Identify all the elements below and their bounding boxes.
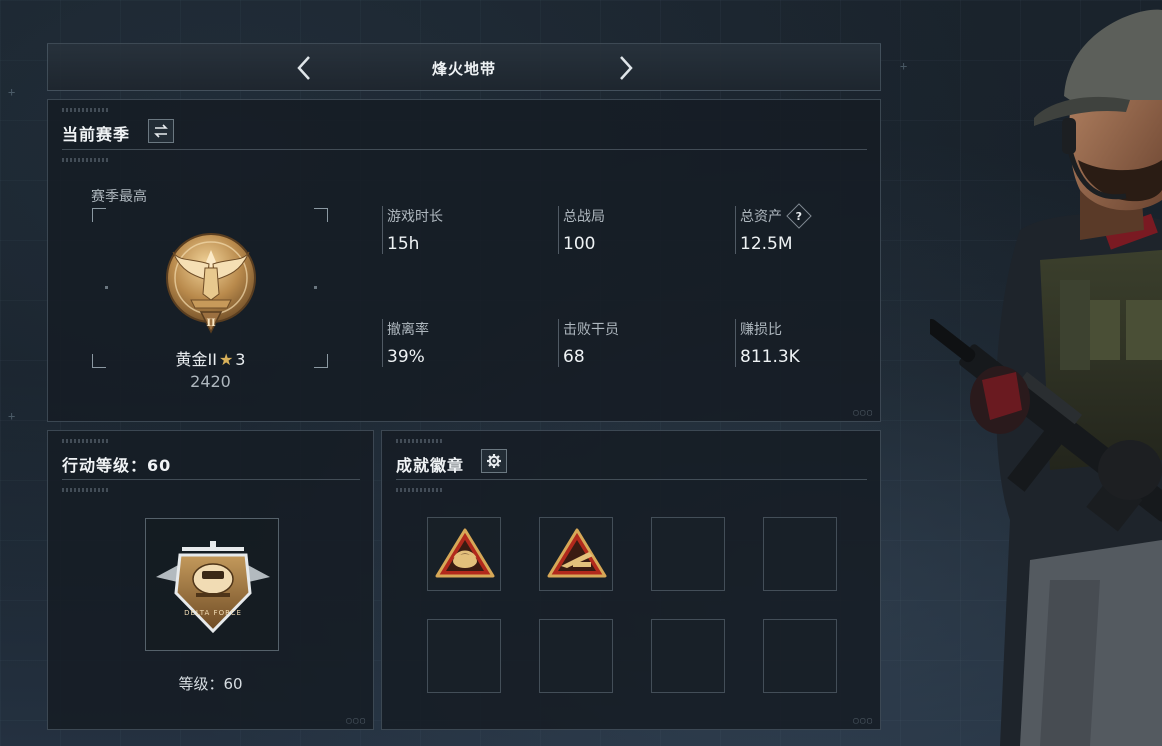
rank-stars-count: 3 (235, 350, 246, 369)
chevron-right-icon (620, 56, 633, 80)
stat-label: 游戏时长 (387, 209, 443, 225)
rank-name: 黄金II ★ 3 (108, 346, 313, 370)
achievement-slot-empty[interactable] (651, 619, 725, 693)
action-level-text: 等级：60 (178, 675, 243, 693)
mode-title: 烽火地带 (431, 60, 496, 78)
action-level-title: 行动等级：60 (62, 456, 172, 475)
crosshair-mark: + (8, 409, 16, 423)
frame-corner (314, 354, 328, 368)
stat-value: 12.5M (740, 234, 793, 254)
next-mode-arrow[interactable] (612, 54, 638, 82)
stat-value: 15h (387, 234, 420, 254)
corner-decoration: ▢▢▢ (346, 716, 367, 725)
crosshair-mark: + (8, 85, 16, 99)
stat-total-matches: 总战局 100 (558, 206, 718, 254)
panel-decoration (62, 158, 110, 162)
panel-decoration (62, 108, 110, 112)
stat-value: 100 (563, 234, 596, 254)
rank-tier-text: 黄金II (175, 350, 217, 369)
stat-label: 总战局 (563, 209, 605, 225)
stat-label-row: 总资产 ? (740, 203, 895, 229)
switch-season-button[interactable] (148, 119, 174, 143)
help-icon[interactable]: ? (786, 203, 812, 229)
stat-operators-defeated: 击败干员 68 (558, 319, 718, 367)
panel-decoration (62, 488, 110, 492)
season-peak-label: 赛季最高 (91, 189, 147, 205)
achievement-badges-panel: 成就徽章 ▢▢▢ (381, 430, 881, 730)
frame-dot (105, 286, 108, 289)
corner-decoration: ▢▢▢ (853, 408, 874, 417)
help-icon-glyph: ? (795, 209, 803, 223)
title-divider (62, 479, 360, 480)
helicopter-badge-icon: DELTA FORCE (156, 541, 270, 634)
panel-decoration (396, 488, 444, 492)
panel-decoration (396, 439, 444, 443)
gear-icon (487, 454, 501, 468)
stat-value: 68 (563, 347, 585, 367)
stat-profit-loss-ratio: 赚损比 811.3K (735, 319, 895, 367)
achievements-title: 成就徽章 (396, 456, 465, 475)
panel-decoration (62, 439, 110, 443)
corner-decoration: ▢▢▢ (853, 716, 874, 725)
operator-character-portrait (930, 9, 1162, 746)
svg-text:II: II (206, 318, 216, 329)
stat-label: 总资产 (740, 209, 782, 225)
current-season-panel: 当前赛季 赛季最高 II 黄金II ★ 3 2420 游戏时长 15h 总战局 … (47, 99, 881, 422)
stat-label: 撤离率 (387, 322, 429, 338)
frame-corner (314, 208, 328, 222)
stat-label: 赚损比 (740, 322, 782, 338)
title-divider (396, 479, 867, 480)
gold-rank-medal-icon: II (166, 233, 256, 334)
stat-extraction-rate: 撤离率 39% (382, 319, 542, 367)
mode-selector-bar: 烽火地带 (47, 43, 881, 91)
rank-score: 2420 (190, 372, 231, 391)
frame-dot (314, 286, 317, 289)
stat-label: 击败干员 (563, 322, 619, 338)
achievement-slot[interactable] (427, 517, 501, 591)
crosshair-mark: + (900, 59, 908, 73)
action-level-panel: 行动等级：60 DELTA FORCE 等级：60 ▢▢▢ (47, 430, 374, 730)
season-panel-title: 当前赛季 (62, 125, 131, 144)
achievement-weapon-triangle-icon (547, 528, 607, 578)
achievement-hand-triangle-icon (435, 528, 495, 578)
stat-play-time: 游戏时长 15h (382, 206, 542, 254)
star-icon: ★ (218, 350, 234, 369)
stat-value: 39% (387, 347, 425, 367)
achievement-slot-empty[interactable] (427, 619, 501, 693)
badge-settings-button[interactable] (481, 449, 507, 473)
achievement-slot-empty[interactable] (651, 517, 725, 591)
achievement-slot[interactable] (539, 517, 613, 591)
achievement-slot-empty[interactable] (539, 619, 613, 693)
achievement-slot-empty[interactable] (763, 619, 837, 693)
frame-corner (92, 208, 106, 222)
achievement-slot-empty[interactable] (763, 517, 837, 591)
stat-value: 811.3K (740, 347, 800, 367)
title-divider (62, 149, 867, 150)
frame-corner (92, 354, 106, 368)
swap-arrows-icon (154, 124, 168, 138)
stat-total-assets: 总资产 ? 12.5M (735, 203, 895, 254)
svg-text:DELTA FORCE: DELTA FORCE (184, 609, 242, 617)
action-badge-frame: DELTA FORCE (145, 518, 279, 651)
